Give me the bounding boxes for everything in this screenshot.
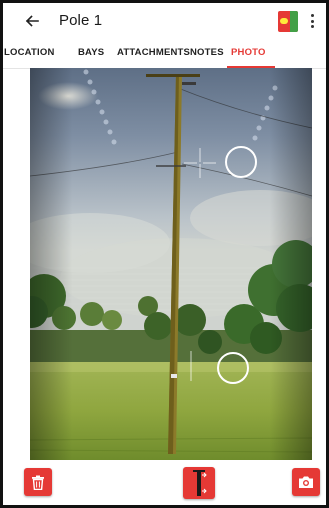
pole-photo[interactable] (30, 68, 312, 460)
bottom-action-bar (3, 460, 326, 505)
tab-notes[interactable]: NOTES (190, 47, 224, 58)
app-bar: Pole 1 (3, 3, 326, 39)
delete-photo-button[interactable] (24, 468, 52, 496)
more-vert-icon[interactable] (305, 12, 319, 30)
app-badge-icon[interactable] (278, 11, 298, 32)
trash-icon (32, 475, 44, 490)
measure-pole-icon (193, 470, 207, 496)
page-title: Pole 1 (59, 12, 103, 29)
camera-icon (299, 476, 313, 488)
measure-pole-button[interactable] (183, 467, 215, 499)
tab-bays[interactable]: BAYS (78, 47, 104, 58)
tab-attachments[interactable]: ATTACHMENTS (117, 47, 190, 58)
tab-location[interactable]: LOCATION (4, 47, 55, 58)
tab-bar: LOCATION BAYS ATTACHMENTS NOTES PHOTO (3, 39, 326, 69)
take-photo-button[interactable] (292, 468, 320, 496)
tab-photo[interactable]: PHOTO (231, 47, 266, 58)
back-arrow-icon[interactable] (21, 10, 43, 32)
